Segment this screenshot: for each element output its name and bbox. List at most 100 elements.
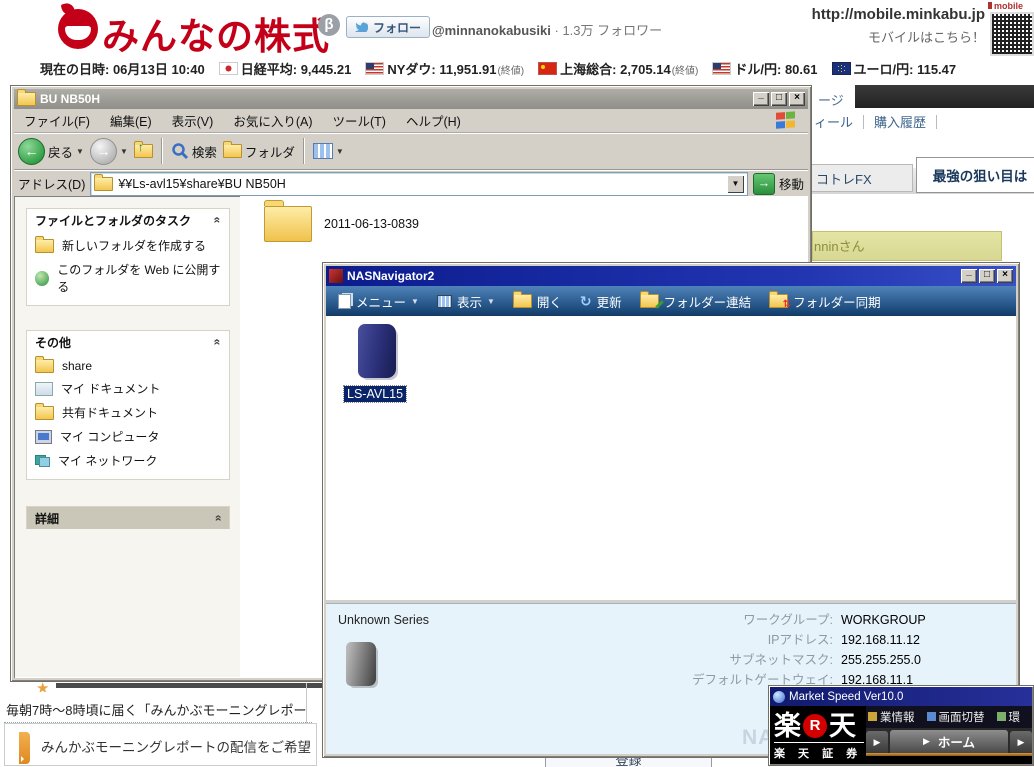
star-icon: ★	[36, 681, 56, 692]
minkabu-logo-icon[interactable]	[58, 9, 98, 49]
tab-ecotore-fx[interactable]: コトレFX	[812, 164, 913, 192]
menu-file[interactable]: ファイル(F)	[14, 111, 100, 130]
details-header[interactable]: 詳細 »	[27, 507, 229, 529]
link-my-network[interactable]: マイ ネットワーク	[35, 452, 223, 469]
address-value: ¥¥Ls-avl15¥share¥BU NB50H	[118, 177, 722, 191]
maximize-button[interactable]	[979, 269, 995, 283]
market-ticker: 現在の日時: 06月13日 10:40 日経平均: 9,445.21 NYダウ:…	[40, 59, 1030, 78]
menu-view[interactable]: 表示(V)	[162, 111, 224, 130]
us-flag-icon	[712, 62, 731, 75]
search-button[interactable]: 検索	[171, 142, 217, 161]
tab-arrow-icon[interactable]: ▶	[866, 731, 888, 753]
menu-help[interactable]: ヘルプ(H)	[396, 111, 471, 130]
network-icon	[35, 455, 50, 467]
nas-info-rows: ワークグループ:WORKGROUP IPアドレス:192.168.11.12 サ…	[692, 610, 946, 690]
folder-sync-icon: ⇅	[769, 294, 788, 308]
forward-icon: →	[90, 138, 117, 165]
ms-info-button[interactable]: 業情報	[868, 709, 915, 725]
other-places-header[interactable]: その他 «	[27, 331, 229, 353]
morning-report-line: 毎朝7時～8時頃に届く「みんかぶモーニングレポー	[4, 697, 312, 723]
minimize-button[interactable]	[753, 92, 769, 106]
task-publish-web[interactable]: このフォルダを Web に公開する	[35, 261, 223, 295]
ms-settings-button[interactable]: 環	[997, 709, 1021, 725]
folder-tile[interactable]: 2011-06-13-0839	[264, 206, 419, 242]
info-icon	[868, 712, 877, 721]
info-row-workgroup: ワークグループ:WORKGROUP	[692, 610, 946, 630]
tab-arrow-icon[interactable]: ▶	[1010, 731, 1032, 753]
nas-device-name[interactable]: LS-AVL15	[344, 386, 406, 402]
maximize-button[interactable]	[771, 92, 787, 106]
address-input[interactable]: ¥¥Ls-avl15¥share¥BU NB50H ▼	[90, 172, 748, 196]
views-icon	[313, 143, 333, 159]
purchase-history-link[interactable]: 購入履歴	[874, 112, 926, 131]
close-button[interactable]	[789, 92, 805, 106]
tab-home[interactable]: ▶ホーム	[890, 730, 1008, 753]
folder-icon	[94, 177, 113, 191]
divider	[936, 115, 937, 129]
nas-titlebar[interactable]: NASNavigator2	[326, 266, 1016, 286]
marketspeed-window: Market Speed Ver10.0 楽 R 天 楽 天 証 券 業情報 画…	[768, 685, 1034, 766]
side-content	[812, 195, 1034, 231]
site-logo[interactable]: みんなの株式	[102, 6, 330, 60]
chevron-up-icon: «	[211, 339, 225, 346]
windows-logo-icon	[766, 111, 806, 131]
rakuten-r-icon: R	[803, 714, 827, 738]
menu-tools[interactable]: ツール(T)	[322, 111, 395, 130]
logo-eye-icon	[68, 32, 74, 38]
username-badge: nninさん	[812, 231, 1002, 261]
folder-link-button[interactable]: フォルダー連結	[640, 292, 752, 311]
explorer-menubar: ファイル(F) 編集(E) 表示(V) お気に入り(A) ツール(T) ヘルプ(…	[14, 109, 808, 133]
menu-edit[interactable]: 編集(E)	[100, 111, 162, 130]
page-tab-partial[interactable]: ージ	[818, 90, 844, 109]
chevron-down-icon: »	[211, 515, 225, 522]
nas-title: NASNavigator2	[347, 269, 957, 283]
go-button[interactable]: → 移動	[753, 173, 804, 195]
logo-eye-icon	[82, 32, 88, 38]
twitter-bird-icon	[355, 22, 368, 32]
ms-screen-switch-button[interactable]: 画面切替	[927, 709, 985, 725]
forward-button[interactable]: → ▼	[90, 138, 128, 165]
views-button[interactable]: ▼	[313, 143, 344, 159]
tab-best-picks[interactable]: 最強の狙い目は	[916, 157, 1034, 193]
back-button[interactable]: ← 戻る▼	[18, 138, 84, 165]
nas-device-icon[interactable]	[358, 324, 396, 378]
nas-device-gray-icon	[346, 642, 376, 686]
address-dropdown-button[interactable]: ▼	[727, 175, 744, 193]
qr-code	[990, 12, 1034, 56]
address-bar: アドレス(D) ¥¥Ls-avl15¥share¥BU NB50H ▼ → 移動	[14, 170, 808, 198]
link-my-documents[interactable]: マイ ドキュメント	[35, 380, 223, 397]
menu-favorites[interactable]: お気に入り(A)	[223, 111, 322, 130]
link-shared-documents[interactable]: 共有ドキュメント	[35, 404, 223, 421]
folder-icon	[264, 206, 312, 242]
task-pane: ファイルとフォルダのタスク « 新しいフォルダを作成する このフォルダを Web…	[14, 196, 240, 678]
refresh-button[interactable]: ↻ 更新	[580, 292, 622, 311]
profile-link[interactable]: ィール	[814, 112, 853, 131]
divider	[56, 683, 324, 688]
twitter-follow-button[interactable]: フォロー	[346, 16, 430, 38]
mobile-cta: モバイルはこちら！	[780, 27, 985, 46]
close-button[interactable]	[997, 269, 1013, 283]
explorer-titlebar[interactable]: BU NB50H	[14, 89, 808, 109]
follow-label: フォロー	[373, 19, 421, 36]
minimize-button[interactable]	[961, 269, 977, 283]
globe-icon	[35, 271, 49, 286]
ticker-quote: ユーロ/円: 115.47	[832, 59, 957, 78]
china-flag-icon	[538, 62, 557, 75]
search-icon	[171, 142, 189, 160]
menu-button[interactable]: メニュー▼	[338, 292, 419, 311]
link-my-computer[interactable]: マイ コンピュータ	[35, 428, 223, 445]
open-folder-icon	[513, 294, 532, 308]
folders-button[interactable]: フォルダ	[223, 142, 295, 161]
current-datetime: 現在の日時: 06月13日 10:40	[40, 59, 205, 78]
view-button[interactable]: 表示▼	[437, 292, 495, 311]
account-links: ィール 購入履歴	[814, 112, 937, 131]
open-button[interactable]: 開く	[513, 292, 562, 311]
up-button[interactable]: ↑	[134, 144, 153, 158]
ms-titlebar[interactable]: Market Speed Ver10.0	[770, 687, 1032, 706]
folder-sync-button[interactable]: ⇅ フォルダー同期	[769, 292, 881, 311]
grid-icon	[437, 295, 452, 308]
link-share[interactable]: share	[35, 359, 223, 373]
shared-folder-icon	[35, 359, 54, 373]
task-new-folder[interactable]: 新しいフォルダを作成する	[35, 237, 223, 254]
file-tasks-header[interactable]: ファイルとフォルダのタスク «	[27, 209, 229, 231]
